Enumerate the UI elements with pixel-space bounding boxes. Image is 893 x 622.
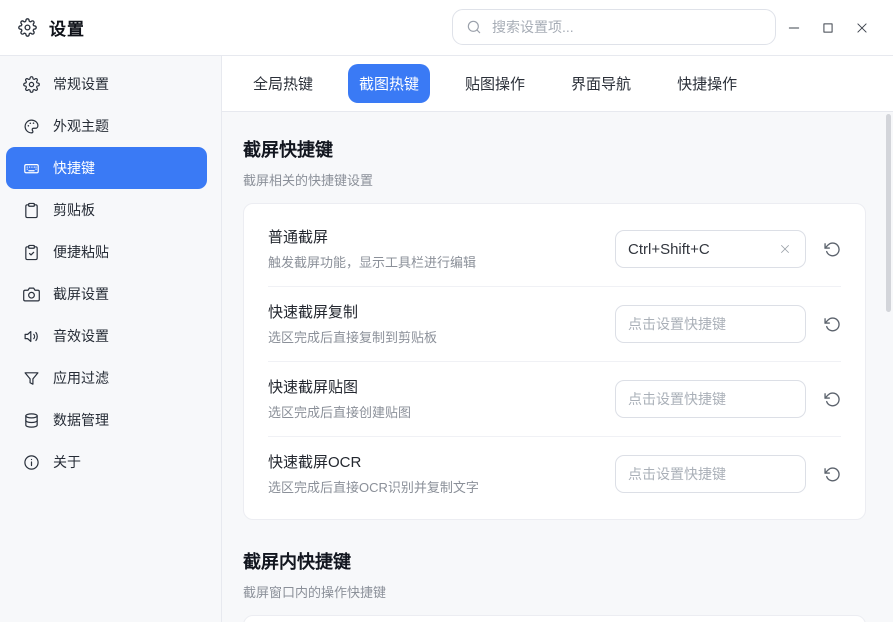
search-icon: [466, 19, 482, 35]
hotkey-placeholder: 点击设置快捷键: [628, 466, 726, 482]
sidebar-item-sound[interactable]: 音效设置: [6, 315, 207, 357]
reset-icon: [823, 391, 841, 408]
palette-icon: [23, 118, 40, 135]
reset-icon: [823, 316, 841, 333]
clipboard-icon: [23, 202, 40, 219]
reset-icon: [823, 466, 841, 483]
sidebar-item-quick-paste[interactable]: 便捷粘贴: [6, 231, 207, 273]
window-title: 设置: [49, 20, 85, 39]
sidebar: 常规设置 外观主题 快捷键 剪贴板 便捷粘贴 截屏设置 音效设置 应用过滤 数据…: [0, 56, 222, 622]
tab-ui-navigation[interactable]: 界面导航: [560, 64, 642, 103]
hotkey-row: 快速截屏OCR 选区完成后直接OCR识别并复制文字 点击设置快捷键: [268, 436, 841, 511]
hotkey-value: Ctrl+Shift+C: [628, 240, 710, 258]
hotkey-row-info: 快速截屏OCR 选区完成后直接OCR识别并复制文字: [268, 452, 479, 496]
filter-icon: [23, 370, 40, 387]
hotkey-controls: 点击设置快捷键: [615, 380, 841, 418]
sidebar-item-data-management[interactable]: 数据管理: [6, 399, 207, 441]
gear-icon: [18, 18, 37, 37]
hotkey-title: 快速截屏复制: [268, 304, 359, 321]
sidebar-item-hotkeys[interactable]: 快捷键: [6, 147, 207, 189]
reset-hotkey-button[interactable]: [823, 315, 841, 333]
tab-pin-actions[interactable]: 贴图操作: [454, 64, 536, 103]
hotkey-card-partial: [243, 615, 866, 622]
hotkey-placeholder: 点击设置快捷键: [628, 316, 726, 332]
hotkey-desc: 选区完成后直接复制到剪贴板: [268, 330, 438, 345]
hotkey-controls: Ctrl+Shift+C: [615, 230, 841, 268]
reset-icon: [823, 241, 841, 258]
sidebar-item-clipboard[interactable]: 剪贴板: [6, 189, 207, 231]
maximize-button[interactable]: [815, 15, 841, 41]
hotkey-input[interactable]: Ctrl+Shift+C: [615, 230, 806, 268]
hotkey-row-info: 快速截屏复制 选区完成后直接复制到剪贴板: [268, 302, 437, 346]
scrollbar-thumb[interactable]: [886, 114, 891, 312]
sidebar-item-label: 截屏设置: [53, 286, 109, 302]
tab-quick-actions[interactable]: 快捷操作: [666, 64, 748, 103]
clear-icon: [779, 243, 791, 255]
tab-screenshot-hotkeys[interactable]: 截图热键: [348, 64, 431, 103]
sidebar-item-general[interactable]: 常规设置: [6, 63, 207, 105]
sidebar-item-label: 外观主题: [53, 118, 109, 134]
gear-icon: [23, 75, 40, 93]
speaker-icon: [23, 328, 40, 345]
reset-hotkey-button[interactable]: [823, 465, 841, 483]
tab-global-hotkeys[interactable]: 全局热键: [242, 64, 324, 103]
sidebar-item-label: 音效设置: [53, 328, 109, 344]
titlebar: 设置: [0, 0, 893, 56]
section-title: 截屏内快捷键: [243, 552, 351, 572]
hotkey-row-info: 快速截屏贴图 选区完成后直接创建贴图: [268, 377, 411, 421]
camera-icon: [23, 286, 40, 303]
database-icon: [23, 412, 40, 429]
hotkey-input[interactable]: 点击设置快捷键: [615, 455, 806, 493]
hotkey-card: 普通截屏 触发截屏功能，显示工具栏进行编辑 Ctrl+Shift+C 快速截屏复…: [243, 203, 866, 520]
section-title: 截屏快捷键: [243, 140, 333, 160]
minimize-icon: [787, 21, 801, 35]
clear-hotkey-button[interactable]: [777, 241, 793, 257]
hotkey-title: 普通截屏: [268, 229, 329, 246]
sidebar-item-label: 数据管理: [53, 412, 109, 428]
window-body: 常规设置 外观主题 快捷键 剪贴板 便捷粘贴 截屏设置 音效设置 应用过滤 数据…: [0, 56, 893, 622]
hotkey-input[interactable]: 点击设置快捷键: [615, 380, 806, 418]
clipboard-check-icon: [23, 244, 40, 261]
sidebar-item-label: 便捷粘贴: [53, 244, 109, 260]
hotkey-controls: 点击设置快捷键: [615, 455, 841, 493]
sidebar-item-screenshot-settings[interactable]: 截屏设置: [6, 273, 207, 315]
sidebar-item-label: 应用过滤: [53, 370, 109, 386]
settings-content: 截屏快捷键 截屏相关的快捷键设置 普通截屏 触发截屏功能，显示工具栏进行编辑 C…: [222, 112, 893, 622]
hotkey-controls: 点击设置快捷键: [615, 305, 841, 343]
sidebar-item-label: 剪贴板: [53, 202, 95, 218]
hotkey-title: 快速截屏OCR: [268, 454, 362, 471]
section-subtitle: 截屏相关的快捷键设置: [243, 173, 374, 188]
close-icon: [855, 21, 869, 35]
hotkey-row: 快速截屏复制 选区完成后直接复制到剪贴板 点击设置快捷键: [268, 286, 841, 361]
sidebar-item-label: 常规设置: [53, 76, 109, 92]
reset-hotkey-button[interactable]: [823, 390, 841, 408]
main-panel: 全局热键 截图热键 贴图操作 界面导航 快捷操作 截屏快捷键 截屏相关的快捷键设…: [222, 56, 893, 622]
search-input[interactable]: [492, 19, 762, 35]
sidebar-item-about[interactable]: 关于: [6, 441, 207, 483]
sidebar-item-label: 关于: [53, 454, 81, 470]
maximize-icon: [821, 21, 835, 35]
reset-hotkey-button[interactable]: [823, 240, 841, 258]
close-button[interactable]: [849, 15, 875, 41]
hotkey-row-info: 普通截屏 触发截屏功能，显示工具栏进行编辑: [268, 227, 476, 271]
sidebar-item-label: 快捷键: [53, 160, 95, 176]
sidebar-item-appearance[interactable]: 外观主题: [6, 105, 207, 147]
hotkey-placeholder: 点击设置快捷键: [628, 391, 726, 407]
hotkey-desc: 选区完成后直接创建贴图: [268, 405, 412, 420]
info-icon: [23, 454, 40, 471]
hotkey-desc: 触发截屏功能，显示工具栏进行编辑: [268, 255, 477, 270]
section-subtitle: 截屏窗口内的操作快捷键: [243, 585, 387, 600]
settings-window: 设置 常规设置: [0, 0, 893, 622]
window-controls: [781, 15, 875, 41]
hotkey-desc: 选区完成后直接OCR识别并复制文字: [268, 480, 479, 495]
hotkey-row: 快速截屏贴图 选区完成后直接创建贴图 点击设置快捷键: [268, 361, 841, 436]
hotkey-input[interactable]: 点击设置快捷键: [615, 305, 806, 343]
minimize-button[interactable]: [781, 15, 807, 41]
keyboard-icon: [23, 160, 40, 177]
search-box[interactable]: [452, 9, 776, 45]
tab-bar: 全局热键 截图热键 贴图操作 界面导航 快捷操作: [222, 56, 893, 112]
sidebar-item-app-filter[interactable]: 应用过滤: [6, 357, 207, 399]
hotkey-row: 普通截屏 触发截屏功能，显示工具栏进行编辑 Ctrl+Shift+C: [268, 212, 841, 286]
hotkey-title: 快速截屏贴图: [268, 379, 359, 396]
